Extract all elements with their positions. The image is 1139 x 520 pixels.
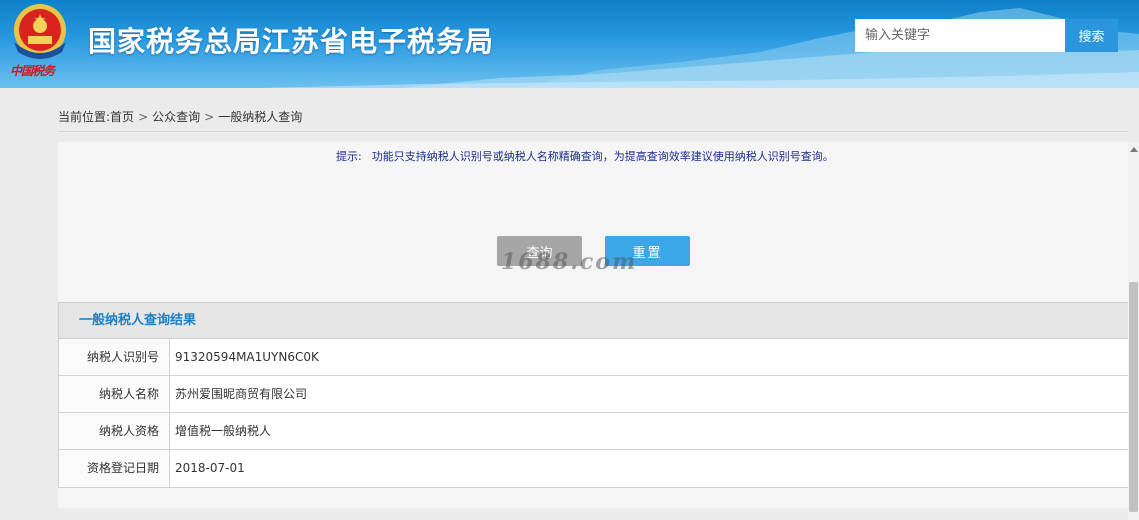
query-button[interactable]: 查询	[497, 236, 582, 266]
row-value: 增值税一般纳税人	[175, 424, 272, 438]
reset-button[interactable]: 重置	[605, 236, 690, 266]
result-title: 一般纳税人查询结果	[59, 303, 1128, 339]
query-panel: 提示: 功能只支持纳税人识别号或纳税人名称精确查询，为提高查询效率建议使用纳税人识…	[58, 142, 1129, 508]
breadcrumb-public-query[interactable]: 公众查询	[152, 110, 200, 124]
breadcrumb-separator: >	[138, 110, 149, 124]
query-tip: 提示: 功能只支持纳税人识别号或纳税人名称精确查询，为提高查询效率建议使用纳税人识…	[336, 148, 834, 164]
site-title: 国家税务总局江苏省电子税务局	[88, 25, 495, 58]
row-label: 纳税人资格	[59, 413, 170, 449]
row-label: 纳税人名称	[59, 376, 170, 412]
breadcrumb-home[interactable]: 首页	[110, 110, 134, 124]
table-row: 纳税人识别号 91320594MA1UYN6C0K	[59, 339, 1128, 376]
result-table: 一般纳税人查询结果 纳税人识别号 91320594MA1UYN6C0K 纳税人名…	[58, 302, 1129, 488]
tip-prefix: 提示:	[336, 150, 362, 163]
site-header: 中国税务 国家税务总局江苏省电子税务局 搜索	[0, 0, 1139, 88]
breadcrumb-separator: >	[204, 110, 215, 124]
page-scrollbar[interactable]	[1128, 142, 1139, 520]
table-row: 纳税人名称 苏州爱围昵商贸有限公司	[59, 376, 1128, 413]
scrollbar-thumb[interactable]	[1129, 282, 1138, 512]
tax-emblem-icon	[14, 4, 66, 59]
scroll-up-arrow-icon[interactable]	[1130, 147, 1138, 152]
breadcrumb: 当前位置:首页 > 公众查询 > 一般纳税人查询	[58, 108, 1128, 132]
search-input[interactable]	[855, 19, 1065, 52]
breadcrumb-prefix: 当前位置:	[58, 110, 111, 124]
row-label: 纳税人识别号	[59, 339, 170, 375]
row-value: 2018-07-01	[175, 461, 245, 475]
row-value: 苏州爱围昵商贸有限公司	[175, 387, 308, 401]
row-label: 资格登记日期	[59, 450, 170, 487]
table-row: 资格登记日期 2018-07-01	[59, 450, 1128, 487]
breadcrumb-current: 一般纳税人查询	[218, 110, 303, 124]
tip-text: 功能只支持纳税人识别号或纳税人名称精确查询，为提高查询效率建议使用纳税人识别号查…	[371, 150, 834, 163]
table-row: 纳税人资格 增值税一般纳税人	[59, 413, 1128, 450]
emblem-caption: 中国税务	[10, 64, 55, 78]
search-button[interactable]: 搜索	[1065, 19, 1118, 52]
row-value: 91320594MA1UYN6C0K	[175, 350, 319, 364]
